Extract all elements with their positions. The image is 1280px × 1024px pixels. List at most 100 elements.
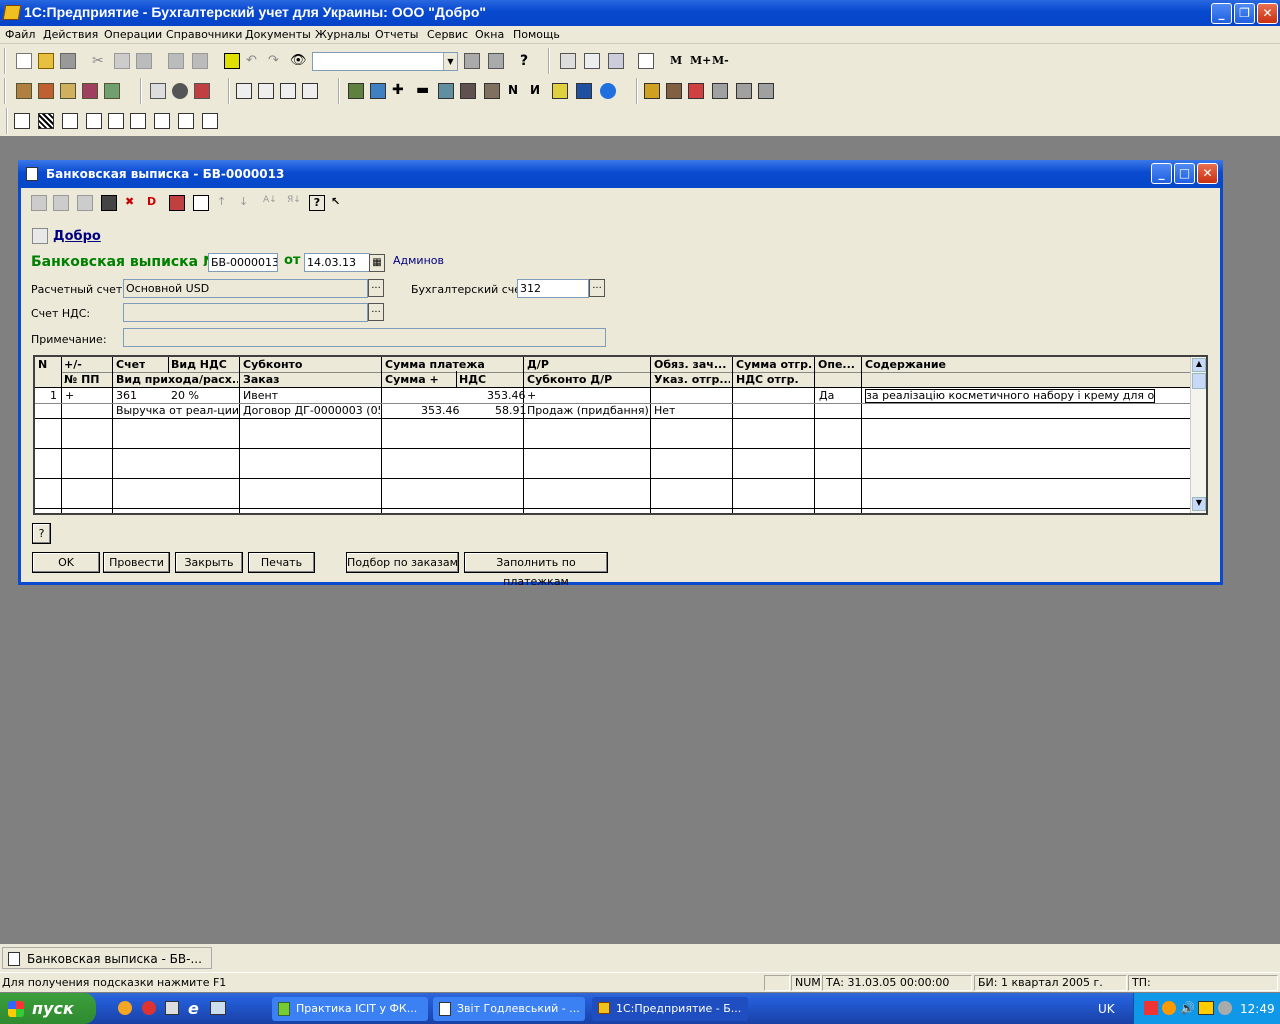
payment-icon[interactable] [302, 83, 318, 99]
col-header-pm[interactable]: +/- [64, 358, 82, 371]
col-header-content[interactable]: Содержание [865, 358, 946, 371]
col-header-kind[interactable]: Вид прихода/расх... [116, 373, 238, 386]
table-scrollbar[interactable]: ▲ ▼ [1190, 357, 1206, 513]
edit-row-icon[interactable] [77, 195, 93, 211]
table-cell[interactable]: Договор ДГ-0000003 (05.0 [243, 404, 380, 417]
memory-plus-button[interactable]: M+ [690, 54, 711, 67]
globe-icon[interactable] [172, 83, 188, 99]
r5-icon[interactable] [736, 83, 752, 99]
menu-journals[interactable]: Журналы [315, 28, 370, 41]
chevron-down-icon[interactable]: ▼ [443, 53, 457, 70]
currency-icon[interactable] [194, 83, 210, 99]
table-cell[interactable]: Нет [654, 404, 675, 417]
content-edit-cell[interactable]: за реалізацію косметичного набору і крем… [865, 389, 1155, 403]
doc-list-icon[interactable] [236, 83, 252, 99]
doc-minimize-button[interactable]: _ [1151, 163, 1172, 184]
entry-icon[interactable] [38, 83, 54, 99]
delete-row-icon[interactable]: ✖ [125, 195, 141, 211]
help-icon[interactable]: ? [520, 53, 536, 69]
col-header-nds-shipment[interactable]: НДС отгр. [736, 373, 799, 386]
r2-icon[interactable] [666, 83, 682, 99]
scroll-thumb[interactable] [1192, 373, 1206, 389]
new-icon[interactable] [16, 53, 32, 69]
chart-accounts-icon[interactable] [150, 83, 166, 99]
delete-doc-icon[interactable]: D [147, 195, 163, 211]
menu-service[interactable]: Сервис [427, 28, 468, 41]
n-reverse-icon[interactable]: И [530, 83, 546, 99]
add-row-icon[interactable] [31, 195, 47, 211]
col-header-subconto[interactable]: Субконто [243, 358, 302, 371]
j12-icon[interactable] [600, 83, 616, 99]
j5-icon[interactable] [438, 83, 454, 99]
menu-catalogs[interactable]: Справочники [166, 28, 242, 41]
table-cell[interactable]: Ивент [243, 389, 278, 402]
col-header-order[interactable]: Заказ [243, 373, 280, 386]
undo-icon[interactable]: ↶ [246, 53, 262, 69]
pointer-help-icon[interactable]: ↖ [331, 195, 347, 211]
preview-icon[interactable] [192, 53, 208, 69]
ok-button[interactable]: OK [32, 552, 100, 573]
table-cell[interactable]: Продаж (придбання) тов [527, 404, 649, 417]
menu-actions[interactable]: Действия [43, 28, 98, 41]
vat-field[interactable] [123, 303, 368, 322]
search-combo[interactable]: ▼ [312, 52, 458, 71]
table-cell[interactable]: 353.46 [487, 389, 526, 402]
calc-icon[interactable] [224, 53, 240, 69]
copy-row-icon[interactable] [53, 195, 69, 211]
buh-select-button[interactable]: ... [589, 279, 605, 297]
find-prev-icon[interactable] [488, 53, 504, 69]
tray-shield-icon[interactable] [1144, 1001, 1158, 1015]
delete-entry-icon[interactable] [82, 83, 98, 99]
quicklaunch-3-icon[interactable] [165, 1001, 179, 1015]
find-next-icon[interactable] [464, 53, 480, 69]
task-report[interactable]: Звіт Годлевський - ... [433, 997, 585, 1021]
pick-orders-button[interactable]: Подбор по заказам [346, 552, 459, 573]
table-cell[interactable]: 361 [116, 389, 137, 402]
sort-asc-icon[interactable]: A↓ [263, 195, 279, 211]
calendar-icon[interactable] [584, 53, 600, 69]
account-select-button[interactable]: ... [368, 279, 384, 297]
table-cell[interactable]: 20 % [171, 389, 199, 402]
plus-icon[interactable]: ✚ [392, 83, 408, 99]
menu-operations[interactable]: Операции [104, 28, 162, 41]
doc-close-button[interactable]: ✕ [1197, 163, 1218, 184]
find-icon[interactable]: 👁 [290, 53, 307, 69]
col-header-pp[interactable]: № ПП [64, 373, 99, 386]
menu-windows[interactable]: Окна [475, 28, 504, 41]
col-header-op[interactable]: Опе... [818, 358, 860, 371]
table-cell[interactable]: Выручка от реал-ции то [116, 404, 238, 417]
table-cell[interactable]: 1 [50, 389, 57, 402]
j6-icon[interactable] [460, 83, 476, 99]
calendar-picker-icon[interactable]: ▦ [369, 254, 385, 272]
col-header-payment-sum[interactable]: Сумма платежа [385, 358, 485, 371]
table-cell[interactable]: 58.91 [495, 404, 527, 417]
j11-icon[interactable] [576, 83, 592, 99]
doc-number-field[interactable]: БВ-0000013 [208, 253, 278, 272]
t1-icon[interactable] [14, 113, 30, 129]
col-header-indicated[interactable]: Указ. отгр... [654, 373, 730, 386]
print-row-icon[interactable] [101, 195, 117, 211]
tray-app-icon[interactable] [1198, 1001, 1214, 1015]
task-practice[interactable]: Практика ICIT у ФК... [272, 997, 428, 1021]
menu-file[interactable]: Файл [5, 28, 35, 41]
journal-icon[interactable] [60, 83, 76, 99]
insert-icon[interactable] [193, 195, 209, 211]
table-cell[interactable]: Да [819, 389, 834, 402]
volume-icon[interactable]: 🔊 [1180, 1001, 1195, 1015]
sort-desc-icon[interactable]: Я↓ [287, 195, 303, 211]
tool-icon[interactable] [104, 83, 120, 99]
table-cell[interactable]: + [527, 389, 536, 402]
col-header-shipment-sum[interactable]: Сумма отгр. [736, 358, 812, 371]
post-button[interactable]: Провести [103, 552, 170, 573]
col-header-subconto-dr[interactable]: Субконто Д/Р [527, 373, 612, 386]
table-cell[interactable]: + [65, 389, 74, 402]
col-header-n[interactable]: N [38, 358, 47, 371]
col-header-dr[interactable]: Д/Р [527, 358, 549, 371]
j7-icon[interactable] [484, 83, 500, 99]
fill-payments-button[interactable]: Заполнить по платежкам [464, 552, 608, 588]
doc-maximize-button[interactable]: □ [1174, 163, 1195, 184]
redo-icon[interactable]: ↷ [268, 53, 284, 69]
paste-icon[interactable] [136, 53, 152, 69]
scroll-down-icon[interactable]: ▼ [1192, 497, 1206, 511]
r4-icon[interactable] [712, 83, 728, 99]
